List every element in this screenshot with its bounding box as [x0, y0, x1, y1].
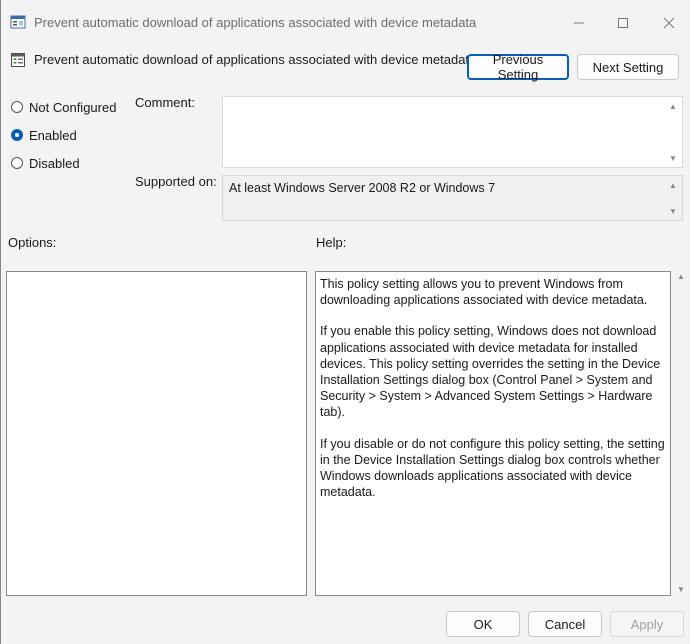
radio-circle[interactable] [11, 101, 23, 113]
ok-button[interactable]: OK [446, 611, 520, 637]
policy-window-icon [10, 15, 26, 29]
scroll-down-icon[interactable]: ▼ [668, 208, 678, 216]
help-paragraph: If you enable this policy setting, Windo… [320, 324, 661, 420]
radio-label: Not Configured [29, 99, 117, 115]
cancel-button[interactable]: Cancel [528, 611, 602, 637]
options-panel [6, 271, 307, 596]
help-panel: This policy setting allows you to preven… [315, 271, 671, 596]
help-paragraph: If you disable or do not configure this … [320, 436, 665, 500]
next-setting-button[interactable]: Next Setting [577, 54, 679, 80]
policy-setting-dialog: Prevent automatic download of applicatio… [0, 0, 688, 644]
scroll-up-icon[interactable]: ▲ [668, 182, 678, 190]
title-bar: Prevent automatic download of applicatio… [1, 0, 689, 46]
radio-circle-selected[interactable] [11, 129, 23, 141]
scroll-down-icon[interactable]: ▼ [668, 155, 678, 163]
radio-not-configured[interactable]: Not Configured [11, 98, 116, 116]
previous-setting-button[interactable]: Previous Setting [467, 52, 569, 82]
comment-textarea[interactable]: ▲ ▼ [222, 96, 683, 168]
maximize-button[interactable] [601, 8, 645, 38]
apply-button[interactable]: Apply [610, 611, 684, 637]
comment-label: Comment: [135, 95, 195, 110]
radio-label: Enabled [29, 127, 77, 143]
radio-circle[interactable] [11, 157, 23, 169]
scroll-up-icon[interactable]: ▲ [668, 103, 678, 111]
supported-on-field: At least Windows Server 2008 R2 or Windo… [222, 175, 683, 221]
options-label: Options: [8, 235, 57, 250]
scroll-down-icon[interactable]: ▼ [676, 586, 686, 594]
help-scrollbar[interactable]: ▲ ▼ [675, 271, 687, 596]
help-label: Help: [316, 235, 347, 250]
radio-label: Disabled [29, 155, 80, 171]
scroll-up-icon[interactable]: ▲ [676, 273, 686, 281]
radio-enabled[interactable]: Enabled [11, 126, 77, 144]
policy-setting-icon [11, 53, 25, 67]
radio-disabled[interactable]: Disabled [11, 154, 80, 172]
minimize-icon [574, 22, 584, 24]
close-button[interactable] [647, 8, 690, 38]
maximize-icon [618, 18, 628, 28]
window-title: Prevent automatic download of applicatio… [34, 15, 477, 30]
policy-title: Prevent automatic download of applicatio… [34, 52, 477, 67]
supported-on-label: Supported on: [135, 174, 217, 189]
minimize-button[interactable] [557, 8, 601, 38]
supported-on-value: At least Windows Server 2008 R2 or Windo… [229, 181, 496, 195]
close-icon [663, 17, 675, 29]
help-paragraph: This policy setting allows you to preven… [320, 277, 648, 308]
